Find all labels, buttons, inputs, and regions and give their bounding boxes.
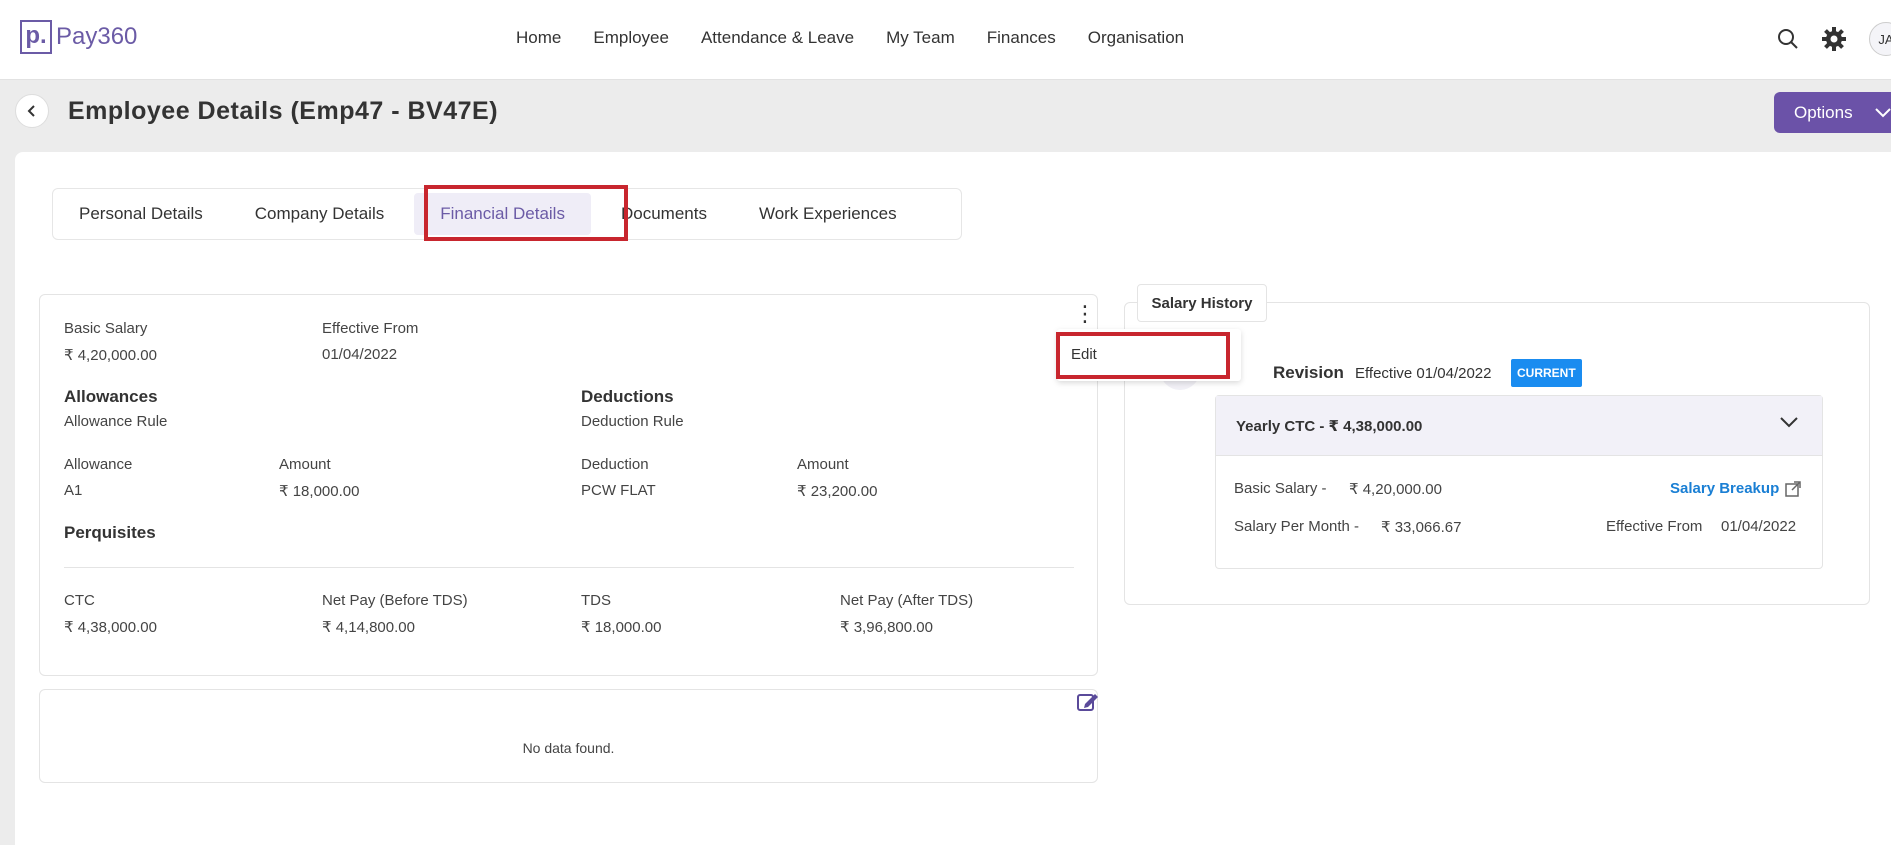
nav-home[interactable]: Home [516, 28, 561, 48]
history-effective-value: 01/04/2022 [1721, 518, 1797, 535]
tab-company-details[interactable]: Company Details [229, 188, 410, 240]
allowance-column-header: Allowance [64, 456, 133, 473]
effective-from-label: Effective From [322, 320, 419, 337]
user-avatar[interactable]: JA [1869, 22, 1891, 56]
salary-breakup-label: Salary Breakup [1670, 480, 1780, 497]
allowance-amount: ₹ 18,000.00 [279, 483, 360, 500]
deduction-amount: ₹ 23,200.00 [797, 483, 878, 500]
net-pay-before-label: Net Pay (Before TDS) [322, 592, 468, 609]
nav-finances[interactable]: Finances [987, 28, 1056, 48]
current-badge: CURRENT [1511, 359, 1582, 387]
salary-breakup-link[interactable]: Salary Breakup [1670, 480, 1801, 497]
allowance-name: A1 [64, 482, 83, 499]
net-pay-after-label: Net Pay (After TDS) [840, 592, 974, 609]
allowance-amount-header: Amount [279, 456, 331, 473]
empty-section-card: No data found. [39, 689, 1098, 783]
net-pay-after-value: ₹ 3,96,800.00 [840, 619, 933, 636]
nav-organisation[interactable]: Organisation [1088, 28, 1184, 48]
ctc-label: CTC [64, 592, 95, 609]
history-basic-label: Basic Salary - [1234, 480, 1327, 497]
deduction-amount-header: Amount [797, 456, 849, 473]
history-basic-value: ₹ 4,20,000.00 [1349, 481, 1442, 498]
external-link-icon [1785, 480, 1801, 497]
deduction-rule-label: Deduction Rule [581, 413, 684, 430]
detail-tabs: Personal Details Company Details Financi… [52, 188, 962, 240]
ctc-accordion-header[interactable]: Yearly CTC - ₹ 4,38,000.00 [1216, 396, 1822, 456]
no-data-message: No data found. [522, 740, 615, 756]
tds-value: ₹ 18,000.00 [581, 619, 662, 636]
search-icon[interactable] [1777, 28, 1799, 50]
tab-financial-details[interactable]: Financial Details [414, 193, 591, 235]
ctc-accordion: Yearly CTC - ₹ 4,38,000.00 Basic Salary … [1215, 395, 1823, 569]
top-navbar: p. Pay360 Home Employee Attendance & Lea… [0, 0, 1891, 80]
deduction-column-header: Deduction [581, 456, 649, 473]
revision-title: Revision [1273, 363, 1344, 382]
nav-attendance-leave[interactable]: Attendance & Leave [701, 28, 854, 48]
context-menu: Edit [1057, 329, 1241, 381]
options-label: Options [1794, 102, 1853, 122]
revision-effective-date: Effective 01/04/2022 [1355, 365, 1492, 382]
page-title: Employee Details (Emp47 - BV47E) [68, 97, 499, 125]
main-panel: Personal Details Company Details Financi… [15, 152, 1891, 845]
net-pay-before-value: ₹ 4,14,800.00 [322, 619, 415, 636]
basic-salary-value: ₹ 4,20,000.00 [64, 347, 157, 364]
main-nav: Home Employee Attendance & Leave My Team… [516, 28, 1184, 48]
menu-item-edit[interactable]: Edit [1071, 346, 1097, 363]
tds-label: TDS [581, 592, 611, 609]
allowances-title: Allowances [64, 387, 158, 406]
nav-employee[interactable]: Employee [593, 28, 669, 48]
financial-details-card: ⋮ Basic Salary ₹ 4,20,000.00 Effective F… [39, 294, 1098, 676]
section-divider [64, 567, 1074, 568]
allowance-rule-label: Allowance Rule [64, 413, 168, 430]
gear-icon[interactable] [1821, 26, 1847, 52]
options-button[interactable]: Options [1774, 92, 1891, 133]
edit-icon[interactable] [1076, 691, 1100, 713]
brand-logo[interactable]: p. Pay360 [20, 20, 137, 54]
basic-salary-label: Basic Salary [64, 320, 148, 337]
more-vertical-icon[interactable]: ⋮ [1074, 303, 1096, 325]
deduction-name: PCW FLAT [581, 482, 656, 499]
tab-personal-details[interactable]: Personal Details [53, 188, 229, 240]
history-effective-label: Effective From [1606, 518, 1703, 535]
effective-from-value: 01/04/2022 [322, 346, 398, 363]
top-actions: JA [1777, 22, 1891, 56]
salary-per-month-label: Salary Per Month - [1234, 518, 1360, 535]
brand-name: Pay360 [56, 23, 138, 50]
tab-work-experiences[interactable]: Work Experiences [733, 188, 923, 240]
tab-documents[interactable]: Documents [595, 188, 733, 240]
salary-history-tab[interactable]: Salary History [1137, 284, 1267, 322]
back-button[interactable] [15, 94, 49, 128]
chevron-down-icon [1780, 417, 1798, 428]
nav-my-team[interactable]: My Team [886, 28, 955, 48]
chevron-left-icon [27, 105, 35, 117]
ctc-value: ₹ 4,38,000.00 [64, 619, 157, 636]
deductions-title: Deductions [581, 387, 674, 406]
logo-mark: p. [20, 20, 52, 54]
salary-per-month-value: ₹ 33,066.67 [1381, 519, 1462, 536]
yearly-ctc-title: Yearly CTC - ₹ 4,38,000.00 [1236, 418, 1423, 435]
chevron-down-icon [1874, 107, 1891, 117]
perquisites-title: Perquisites [64, 523, 156, 542]
